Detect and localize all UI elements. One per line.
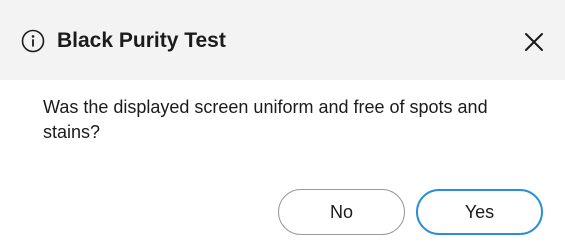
black-purity-test-dialog: Black Purity Test Was the displayed scre… — [0, 0, 565, 243]
dialog-header: Black Purity Test — [0, 0, 565, 80]
dialog-body: Was the displayed screen uniform and fre… — [0, 80, 565, 243]
close-button[interactable] — [521, 29, 547, 55]
no-button[interactable]: No — [278, 189, 405, 235]
info-icon — [21, 29, 45, 53]
dialog-title: Black Purity Test — [57, 29, 226, 52]
close-icon[interactable] — [521, 29, 547, 55]
yes-button[interactable]: Yes — [416, 189, 543, 235]
dialog-message: Was the displayed screen uniform and fre… — [43, 97, 488, 142]
